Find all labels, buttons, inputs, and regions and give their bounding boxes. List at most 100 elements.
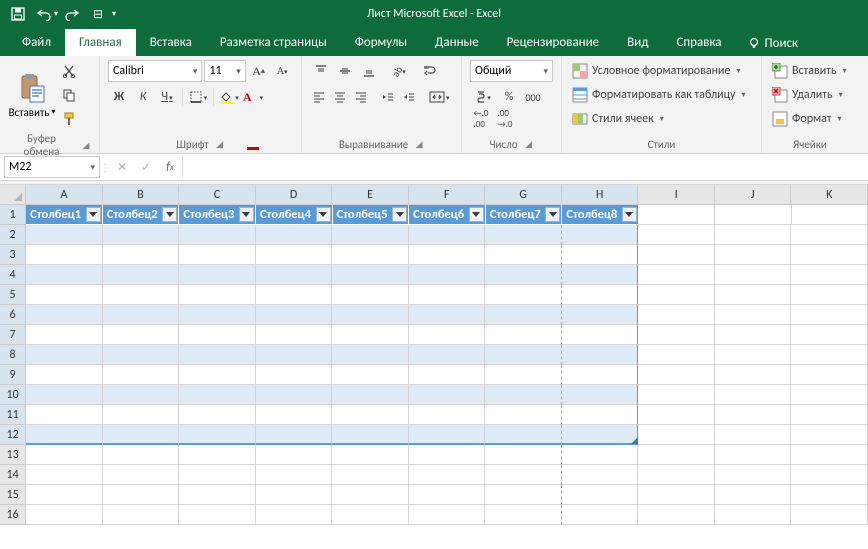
cell[interactable] xyxy=(26,465,103,485)
cell[interactable] xyxy=(409,505,486,525)
align-bottom-button[interactable] xyxy=(358,60,380,82)
tab-view[interactable]: Вид xyxy=(613,29,662,56)
cell[interactable] xyxy=(638,465,715,485)
table-header-cell[interactable]: Столбец4 xyxy=(256,205,333,225)
cell[interactable] xyxy=(332,345,409,365)
cell[interactable] xyxy=(562,345,639,365)
cell[interactable] xyxy=(715,205,791,225)
cell[interactable] xyxy=(179,325,256,345)
touch-mode-button[interactable]: ⊟ xyxy=(86,2,110,26)
row-header[interactable]: 14 xyxy=(0,465,26,485)
tab-home[interactable]: Главная xyxy=(65,29,136,56)
table-header-cell[interactable]: Столбец6 xyxy=(409,205,486,225)
paste-button[interactable]: Вставить▾ xyxy=(8,72,56,119)
cell[interactable] xyxy=(791,225,868,245)
tab-data[interactable]: Данные xyxy=(421,29,493,56)
increase-indent-button[interactable] xyxy=(399,86,418,108)
cell[interactable] xyxy=(179,505,256,525)
tab-help[interactable]: Справка xyxy=(662,29,735,56)
cell[interactable] xyxy=(179,365,256,385)
cell[interactable] xyxy=(256,225,333,245)
cell[interactable] xyxy=(791,365,868,385)
comma-format-button[interactable]: 000 xyxy=(522,86,544,108)
cell[interactable] xyxy=(103,425,180,445)
cell[interactable] xyxy=(791,405,868,425)
cell[interactable] xyxy=(103,505,180,525)
cell[interactable] xyxy=(332,485,409,505)
cell[interactable] xyxy=(715,305,792,325)
cell[interactable] xyxy=(103,405,180,425)
row-header[interactable]: 12 xyxy=(0,425,26,445)
copy-button[interactable] xyxy=(58,84,80,106)
cell[interactable] xyxy=(485,405,562,425)
cell[interactable] xyxy=(791,345,868,365)
cell[interactable] xyxy=(715,485,792,505)
cell[interactable] xyxy=(256,465,333,485)
cell[interactable] xyxy=(256,305,333,325)
cell[interactable] xyxy=(409,225,486,245)
cell[interactable] xyxy=(485,365,562,385)
cell[interactable] xyxy=(256,325,333,345)
font-launcher[interactable]: ◢ xyxy=(215,140,225,150)
cell[interactable] xyxy=(179,225,256,245)
filter-dropdown-button[interactable] xyxy=(469,207,484,222)
row-header[interactable]: 8 xyxy=(0,345,26,365)
borders-button[interactable]: ▾ xyxy=(187,86,209,108)
cell[interactable] xyxy=(562,465,639,485)
format-cells-button[interactable]: Формат▾ xyxy=(770,108,850,130)
format-painter-button[interactable] xyxy=(58,108,80,130)
decrease-font-button[interactable]: A▾ xyxy=(271,60,293,82)
column-header[interactable]: C xyxy=(179,185,256,205)
cell[interactable] xyxy=(638,245,715,265)
row-header[interactable]: 6 xyxy=(0,305,26,325)
cell[interactable] xyxy=(332,505,409,525)
cell[interactable] xyxy=(485,285,562,305)
cell[interactable] xyxy=(26,265,103,285)
cell[interactable] xyxy=(791,445,868,465)
cell[interactable] xyxy=(715,245,792,265)
cell[interactable] xyxy=(256,505,333,525)
cell[interactable] xyxy=(103,365,180,385)
cell[interactable] xyxy=(409,485,486,505)
cell[interactable] xyxy=(409,405,486,425)
cell[interactable] xyxy=(485,305,562,325)
table-header-cell[interactable]: Столбец8 xyxy=(562,205,639,225)
cell[interactable] xyxy=(179,265,256,285)
tab-insert[interactable]: Вставка xyxy=(136,29,206,56)
alignment-launcher[interactable]: ◢ xyxy=(414,140,424,150)
cell[interactable] xyxy=(562,505,639,525)
cell[interactable] xyxy=(332,465,409,485)
cell[interactable] xyxy=(256,285,333,305)
cell[interactable] xyxy=(409,385,486,405)
cell[interactable] xyxy=(179,285,256,305)
cell[interactable] xyxy=(332,245,409,265)
cell[interactable] xyxy=(485,425,562,445)
format-as-table-button[interactable]: Форматировать как таблицу▾ xyxy=(570,84,753,106)
cell[interactable] xyxy=(715,345,792,365)
cell[interactable] xyxy=(485,505,562,525)
cell[interactable] xyxy=(638,285,715,305)
column-header[interactable]: F xyxy=(409,185,486,205)
filter-dropdown-button[interactable] xyxy=(392,207,407,222)
cell[interactable] xyxy=(562,485,639,505)
cell[interactable] xyxy=(715,425,792,445)
decrease-indent-button[interactable] xyxy=(378,86,397,108)
cell[interactable] xyxy=(715,225,792,245)
align-top-button[interactable] xyxy=(310,60,332,82)
cell[interactable] xyxy=(26,285,103,305)
redo-button[interactable] xyxy=(60,2,84,26)
column-header[interactable]: D xyxy=(256,185,333,205)
cell[interactable] xyxy=(715,385,792,405)
cell[interactable] xyxy=(179,345,256,365)
cell[interactable] xyxy=(409,445,486,465)
save-button[interactable] xyxy=(6,2,30,26)
cell[interactable] xyxy=(638,425,715,445)
cell[interactable] xyxy=(409,245,486,265)
italic-button[interactable]: К xyxy=(132,86,154,108)
cell[interactable] xyxy=(103,385,180,405)
tab-page-layout[interactable]: Разметка страницы xyxy=(206,29,341,56)
row-header[interactable]: 10 xyxy=(0,385,26,405)
cell[interactable] xyxy=(256,245,333,265)
cell[interactable] xyxy=(485,325,562,345)
cell[interactable] xyxy=(638,305,715,325)
